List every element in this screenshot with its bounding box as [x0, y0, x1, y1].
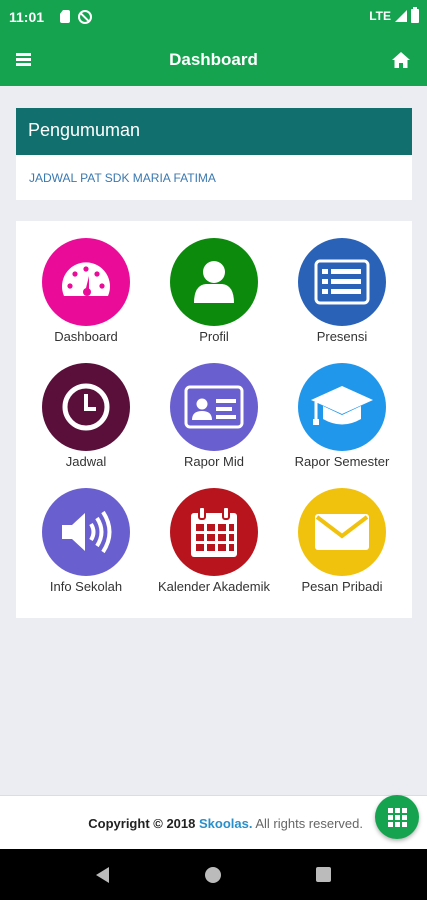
menu-item-rapor-mid[interactable]: Rapor Mid	[150, 363, 278, 469]
menu-item-dashboard[interactable]: Dashboard	[22, 238, 150, 344]
menu-item-label: Dashboard	[54, 329, 118, 344]
footer: Copyright © 2018 Skoolas. All rights res…	[0, 795, 427, 849]
sim-card-icon	[60, 10, 70, 23]
menu-item-label: Rapor Semester	[294, 454, 390, 469]
menu-item-kalender-akademik[interactable]: Kalender Akademik	[150, 488, 278, 594]
announcement-item[interactable]: JADWAL PAT SDK MARIA FATIMA	[16, 155, 412, 185]
recent-apps-icon[interactable]	[316, 867, 331, 882]
envelope-icon	[298, 488, 386, 576]
user-icon	[170, 238, 258, 326]
home-icon[interactable]	[391, 50, 411, 70]
id-card-icon	[170, 363, 258, 451]
menu-item-profil[interactable]: Profil	[150, 238, 278, 344]
network-type: LTE	[369, 9, 391, 23]
clock-icon	[42, 363, 130, 451]
calendar-icon	[170, 488, 258, 576]
menu-item-rapor-semester[interactable]: Rapor Semester	[278, 363, 406, 469]
list-icon	[298, 238, 386, 326]
copyright-text: Copyright © 2018 Skoolas. All rights res…	[88, 816, 363, 831]
status-time: 11:01	[9, 9, 45, 25]
menu-grid: Dashboard Profil Presensi Jadwal Rapor M…	[16, 221, 412, 618]
menu-item-label: Kalender Akademik	[157, 579, 270, 594]
status-bar: 11:01 LTE	[0, 0, 427, 36]
app-bar: Dashboard	[0, 36, 427, 86]
menu-item-label: Jadwal	[65, 454, 107, 469]
battery-icon	[411, 7, 419, 23]
menu-item-label: Pesan Pribadi	[301, 579, 383, 594]
menu-item-pesan-pribadi[interactable]: Pesan Pribadi	[278, 488, 406, 594]
menu-item-label: Presensi	[316, 329, 368, 344]
gauge-icon	[42, 238, 130, 326]
menu-item-presensi[interactable]: Presensi	[278, 238, 406, 344]
brand-link[interactable]: Skoolas.	[199, 816, 252, 831]
speaker-icon	[42, 488, 130, 576]
back-icon[interactable]	[96, 867, 109, 883]
home-nav-icon[interactable]	[205, 867, 221, 883]
do-not-disturb-icon	[78, 10, 92, 24]
announcement-title: Pengumuman	[16, 108, 412, 155]
system-nav-bar	[0, 849, 427, 900]
grid-icon[interactable]	[375, 795, 419, 839]
signal-icon	[395, 10, 407, 22]
menu-item-label: Info Sekolah	[49, 579, 123, 594]
menu-item-jadwal[interactable]: Jadwal	[22, 363, 150, 469]
announcement-card: Pengumuman JADWAL PAT SDK MARIA FATIMA	[16, 108, 412, 200]
menu-item-info-sekolah[interactable]: Info Sekolah	[22, 488, 150, 594]
graduation-cap-icon	[298, 363, 386, 451]
page-title: Dashboard	[169, 50, 258, 69]
menu-item-label: Rapor Mid	[184, 454, 244, 469]
menu-item-label: Profil	[199, 329, 229, 344]
